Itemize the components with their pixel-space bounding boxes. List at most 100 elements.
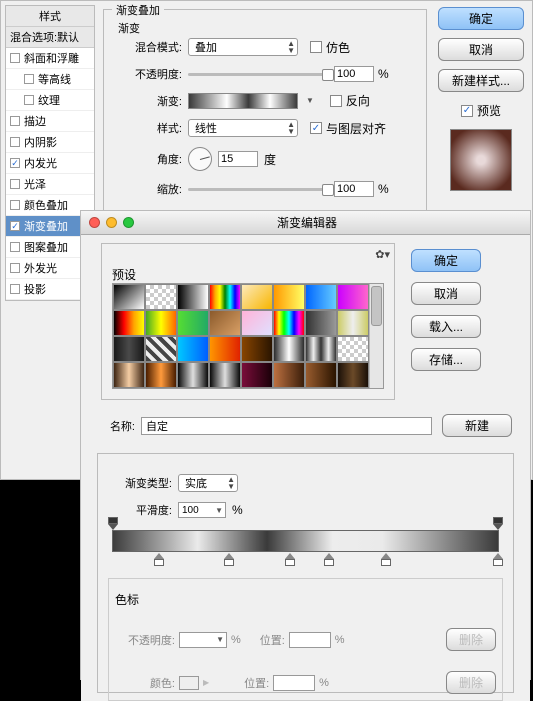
- dialog-buttons: 确定 取消 新建样式... ✓ 预览: [438, 7, 524, 191]
- blend-options-header[interactable]: 混合选项:默认: [6, 27, 94, 48]
- preset-swatch[interactable]: [273, 310, 305, 336]
- align-checkbox[interactable]: ✓: [310, 122, 322, 134]
- stop-color-label: 颜色:: [115, 675, 175, 691]
- preset-swatch[interactable]: [305, 336, 337, 362]
- align-label: 与图层对齐: [326, 120, 386, 137]
- delete-color-stop-button: 删除: [446, 671, 496, 694]
- minimize-icon[interactable]: [106, 217, 117, 228]
- sidebar-item[interactable]: 描边: [6, 111, 94, 132]
- sidebar-item[interactable]: 斜面和浮雕: [6, 48, 94, 69]
- preset-swatch[interactable]: [177, 362, 209, 388]
- cancel-button[interactable]: 取消: [438, 38, 524, 61]
- stop-op-pos-input: [289, 632, 331, 648]
- sidebar-item-label: 投影: [24, 281, 46, 297]
- preset-swatch[interactable]: [113, 336, 145, 362]
- gradient-bar[interactable]: [112, 530, 499, 552]
- angle-dial[interactable]: [188, 147, 212, 171]
- editor-save-button[interactable]: 存储...: [411, 348, 481, 371]
- sidebar-checkbox[interactable]: [10, 53, 20, 63]
- sidebar-checkbox[interactable]: [10, 137, 20, 147]
- preset-swatch[interactable]: [305, 310, 337, 336]
- preset-swatch[interactable]: [337, 336, 369, 362]
- preset-swatch[interactable]: [113, 362, 145, 388]
- presets-scrollbar[interactable]: [369, 284, 383, 388]
- scale-slider[interactable]: [188, 182, 328, 196]
- sidebar-item[interactable]: 纹理: [6, 90, 94, 111]
- presets-group: 预设 ✿▾: [101, 243, 395, 400]
- sidebar-checkbox[interactable]: ✓: [10, 158, 20, 168]
- blend-mode-select[interactable]: 叠加▲▼: [188, 38, 298, 56]
- preset-swatch[interactable]: [177, 310, 209, 336]
- zoom-icon[interactable]: [123, 217, 134, 228]
- preset-swatch[interactable]: [241, 362, 273, 388]
- preset-swatch[interactable]: [305, 284, 337, 310]
- preset-swatch[interactable]: [209, 362, 241, 388]
- type-select[interactable]: 实底▲▼: [178, 474, 238, 492]
- group-title: 渐变叠加: [112, 2, 164, 18]
- sidebar-item-label: 内阴影: [24, 134, 57, 150]
- preset-swatch[interactable]: [337, 362, 369, 388]
- new-gradient-button[interactable]: 新建: [442, 414, 512, 437]
- sidebar-checkbox[interactable]: [10, 179, 20, 189]
- editor-titlebar[interactable]: 渐变编辑器: [81, 211, 530, 235]
- scrollbar-thumb[interactable]: [371, 286, 382, 326]
- sidebar-item[interactable]: 光泽: [6, 174, 94, 195]
- gradient-dropdown-icon[interactable]: ▼: [306, 96, 314, 105]
- smooth-input[interactable]: 100▼: [178, 502, 226, 518]
- sidebar-item[interactable]: 等高线: [6, 69, 94, 90]
- preset-swatch[interactable]: [241, 336, 273, 362]
- editor-load-button[interactable]: 载入...: [411, 315, 481, 338]
- new-style-button[interactable]: 新建样式...: [438, 69, 524, 92]
- preset-swatch[interactable]: [145, 336, 177, 362]
- preview-toggle[interactable]: ✓ 预览: [438, 102, 524, 119]
- name-label: 名称:: [89, 418, 135, 434]
- sidebar-checkbox[interactable]: [10, 200, 20, 210]
- preset-swatch[interactable]: [305, 362, 337, 388]
- preset-swatch[interactable]: [337, 284, 369, 310]
- opacity-input[interactable]: [334, 66, 374, 82]
- editor-ok-button[interactable]: 确定: [411, 249, 481, 272]
- preset-swatch[interactable]: [337, 310, 369, 336]
- stops-title: 色标: [115, 591, 496, 608]
- preset-swatch[interactable]: [177, 284, 209, 310]
- presets-scroll[interactable]: [112, 283, 384, 389]
- sidebar-checkbox[interactable]: [10, 242, 20, 252]
- preset-swatch[interactable]: [145, 284, 177, 310]
- close-icon[interactable]: [89, 217, 100, 228]
- preset-swatch[interactable]: [273, 284, 305, 310]
- scale-input[interactable]: [334, 181, 374, 197]
- angle-input[interactable]: [218, 151, 258, 167]
- gradient-preview[interactable]: [188, 93, 298, 109]
- preset-swatch[interactable]: [177, 336, 209, 362]
- preset-swatch[interactable]: [273, 336, 305, 362]
- sidebar-checkbox[interactable]: [10, 284, 20, 294]
- preset-swatch[interactable]: [113, 310, 145, 336]
- reverse-label: 反向: [346, 92, 370, 109]
- preset-swatch[interactable]: [209, 284, 241, 310]
- name-input[interactable]: [141, 417, 432, 435]
- sidebar-checkbox[interactable]: [24, 95, 34, 105]
- preset-swatch[interactable]: [241, 284, 273, 310]
- opacity-slider[interactable]: [188, 67, 328, 81]
- scale-label: 缩放:: [114, 181, 182, 197]
- dither-checkbox[interactable]: [310, 41, 322, 53]
- preset-swatch[interactable]: [145, 310, 177, 336]
- preview-checkbox[interactable]: ✓: [461, 105, 473, 117]
- preset-swatch[interactable]: [241, 310, 273, 336]
- sidebar-checkbox[interactable]: ✓: [10, 221, 20, 231]
- presets-menu-icon[interactable]: ✿▾: [375, 248, 390, 261]
- sidebar-checkbox[interactable]: [24, 74, 34, 84]
- preset-swatch[interactable]: [209, 310, 241, 336]
- reverse-checkbox[interactable]: [330, 95, 342, 107]
- sidebar-checkbox[interactable]: [10, 263, 20, 273]
- sidebar-item[interactable]: ✓内发光: [6, 153, 94, 174]
- style-select[interactable]: 线性▲▼: [188, 119, 298, 137]
- preset-swatch[interactable]: [209, 336, 241, 362]
- sidebar-item[interactable]: 内阴影: [6, 132, 94, 153]
- preset-swatch[interactable]: [145, 362, 177, 388]
- sidebar-checkbox[interactable]: [10, 116, 20, 126]
- ok-button[interactable]: 确定: [438, 7, 524, 30]
- preset-swatch[interactable]: [113, 284, 145, 310]
- editor-cancel-button[interactable]: 取消: [411, 282, 481, 305]
- preset-swatch[interactable]: [273, 362, 305, 388]
